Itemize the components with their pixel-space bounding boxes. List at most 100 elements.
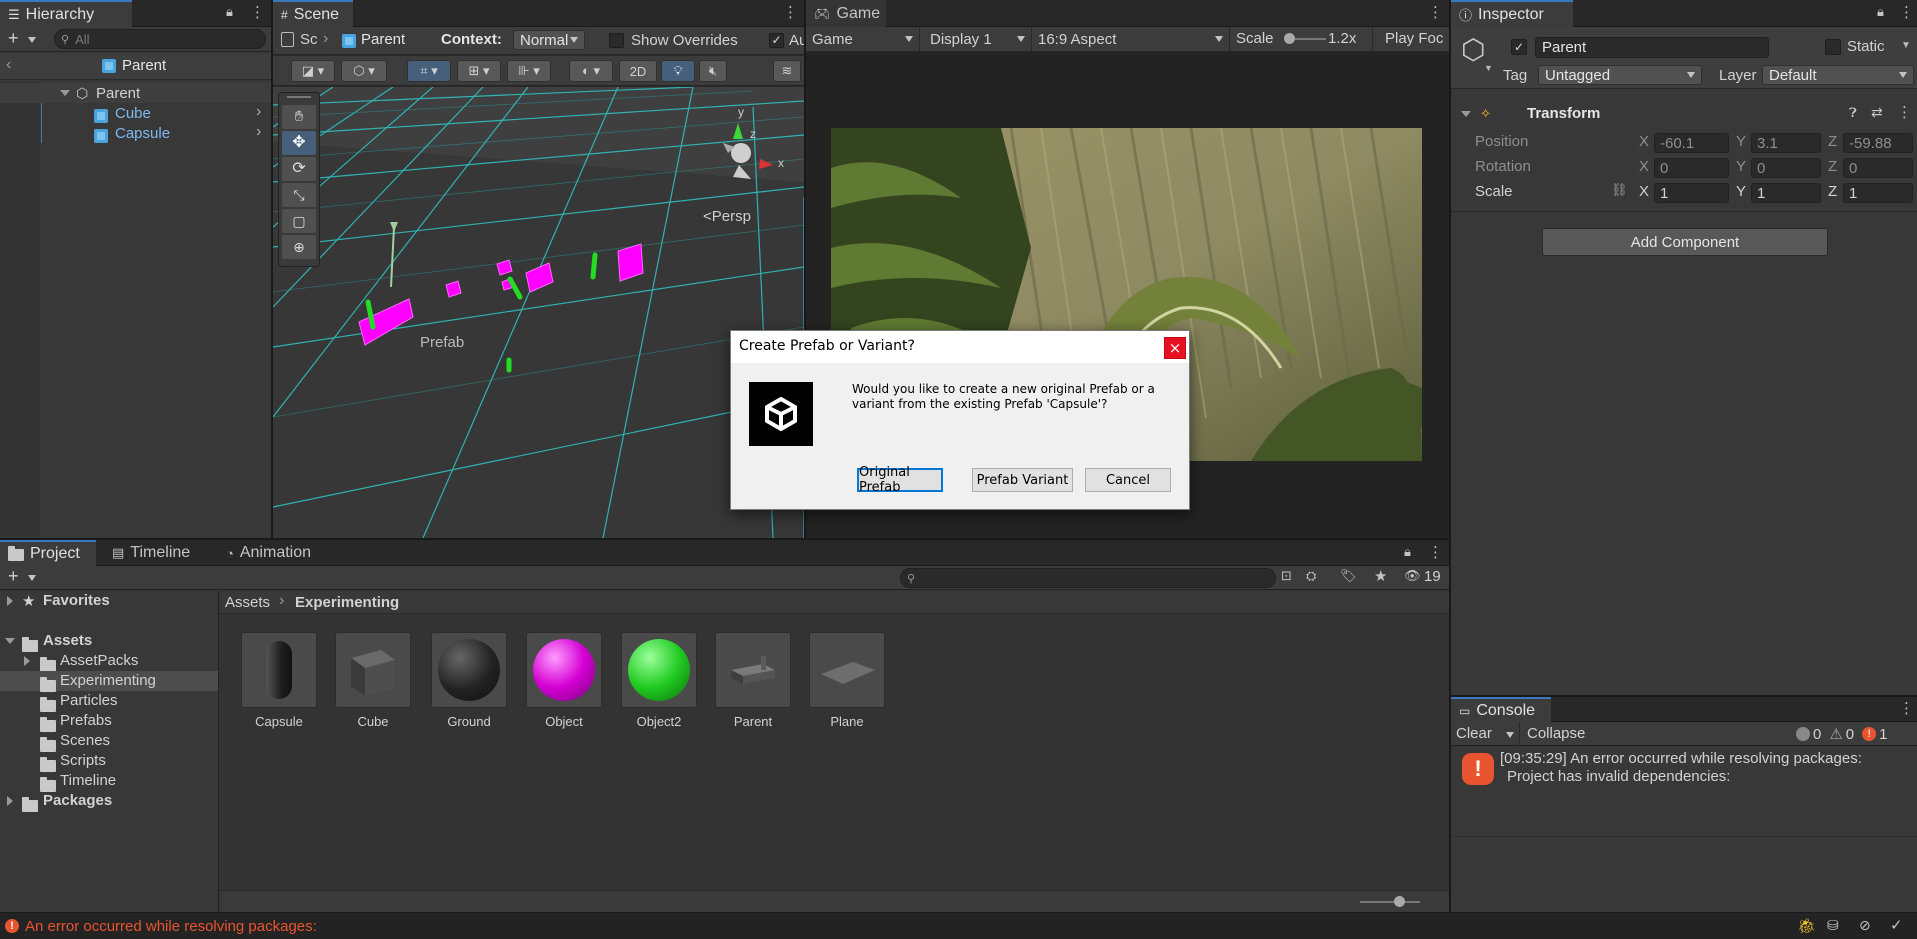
clear-options-icon[interactable] [1506,732,1514,738]
grid-toggle-button[interactable]: ⌗ ▾ [407,60,451,82]
asset-zoom-slider[interactable] [1360,896,1420,907]
lock-icon[interactable]: 🔒︎ [1877,4,1884,20]
network-icon[interactable]: ⊘ [1859,917,1871,934]
perspective-label[interactable]: <Persp [703,208,751,225]
chevron-right-icon[interactable]: › [256,103,261,121]
tab-animation[interactable]: ◔ Animation [218,540,330,566]
chevron-right-icon[interactable]: › [256,123,261,141]
prefab-variant-button[interactable]: Prefab Variant [972,468,1073,492]
move-tool-button[interactable]: ✥ [282,131,316,155]
status-message[interactable]: An error occurred while resolving packag… [25,918,317,935]
scale-slider[interactable] [1284,33,1326,44]
more-menu-icon[interactable]: ⋮ [1428,3,1443,21]
global-local-button[interactable]: ◐ ▾ [569,60,613,82]
lock-icon[interactable]: 🔒︎ [1404,544,1411,560]
component-menu-icon[interactable]: ⋮ [1897,103,1912,121]
add-component-button[interactable]: Add Component [1542,228,1828,256]
toggle-2d-button[interactable]: 2D [619,60,657,82]
active-checkbox[interactable]: ✓ [1511,39,1527,55]
tree-folder-scripts[interactable]: Scripts [0,751,218,772]
breadcrumb-scene[interactable]: Sc [300,31,318,48]
rotation-y-field[interactable]: 0 [1751,158,1821,178]
tree-folder-prefabs[interactable]: Prefabs [0,711,218,732]
filter-by-label-icon[interactable]: ⛭ [1306,568,1316,584]
scale-x-field[interactable]: 1 [1654,183,1729,203]
warning-filter-button[interactable]: ⚠ 0 [1829,724,1854,744]
rotate-tool-button[interactable]: ⟳ [282,157,316,181]
breadcrumb-assets[interactable]: Assets [225,594,270,611]
project-search-input[interactable]: ⚲ [900,568,1276,588]
tab-project[interactable]: Project [0,540,96,566]
tree-folder-particles[interactable]: Particles [0,691,218,712]
console-clear-button[interactable]: Clear [1456,725,1492,742]
more-menu-icon[interactable]: ⋮ [250,3,265,21]
tree-assets[interactable]: Assets [0,631,218,652]
error-filter-button[interactable]: ! 1 [1862,724,1887,744]
tab-timeline[interactable]: ▤ Timeline [104,540,208,566]
cache-server-icon[interactable]: ⛁ [1827,917,1839,934]
palette-handle[interactable] [287,96,311,98]
breadcrumb-object[interactable]: Parent [361,31,405,48]
context-dropdown[interactable]: Normal [513,30,585,50]
console-log-entry[interactable]: ! [09:35:29] An error occurred while res… [1451,747,1917,837]
position-y-field[interactable]: 3.1 [1751,133,1821,153]
lighting-button[interactable]: 💡︎ [661,60,695,82]
increment-snap-button[interactable]: ⊪ ▾ [507,60,551,82]
scale-y-field[interactable]: 1 [1751,183,1821,203]
tree-packages[interactable]: Packages [0,791,218,812]
tab-inspector[interactable]: ⓘ Inspector [1451,0,1573,27]
play-focused-dropdown[interactable]: Play Foc [1385,30,1443,47]
favorites-star-icon[interactable]: ★ [1374,567,1387,585]
help-icon[interactable]: ❓︎ [1849,105,1857,121]
tab-hierarchy[interactable]: ☰ Hierarchy [0,0,132,27]
rotation-z-field[interactable]: 0 [1843,158,1913,178]
object-name-field[interactable]: Parent [1535,37,1769,58]
asset-parent[interactable]: Parent [714,632,792,729]
presets-icon[interactable]: ⇄ [1871,104,1883,121]
search-by-type-icon[interactable]: ⊡ [1281,568,1292,584]
hand-tool-button[interactable]: ✋︎ [282,105,316,129]
tree-folder-timeline[interactable]: Timeline [0,771,218,792]
expand-icon[interactable] [7,796,13,806]
layer-dropdown[interactable]: Default [1762,65,1914,85]
more-menu-icon[interactable]: ⋮ [783,3,798,21]
add-dropdown-icon[interactable] [28,37,36,43]
asset-plane[interactable]: Plane [808,632,886,729]
show-overrides-checkbox[interactable] [609,33,624,48]
more-menu-icon[interactable]: ⋮ [1428,543,1443,561]
static-checkbox[interactable] [1825,39,1841,55]
expand-icon[interactable] [60,90,70,96]
shading-button[interactable]: ⬡ ▾ [341,60,387,82]
component-expand-icon[interactable] [1461,111,1471,117]
asset-zoom-thumb[interactable] [1394,896,1405,907]
create-icon[interactable]: + [8,566,19,587]
draw-mode-button[interactable]: ◪ ▾ [291,60,335,82]
tab-scene[interactable]: # Scene [273,0,353,27]
tab-game[interactable]: 🎮︎ Game [806,0,886,27]
hidden-packages-icon[interactable]: 👁︎ [1404,568,1421,584]
original-prefab-button[interactable]: Original Prefab [857,465,943,495]
position-z-field[interactable]: -59.88 [1843,133,1913,153]
dialog-close-button[interactable]: × [1164,337,1186,359]
tab-console[interactable]: ▭ Console [1451,697,1551,722]
game-mode-dropdown[interactable]: Game [806,27,920,51]
expand-icon[interactable] [7,596,13,606]
breadcrumb-experimenting[interactable]: Experimenting [295,594,399,611]
console-collapse-button[interactable]: Collapse [1527,725,1585,742]
tree-folder-experimenting[interactable]: Experimenting [0,671,218,692]
scene-viewport[interactable]: Prefab y z x <Persp ✋︎ ✥ ⟳ ⤡ ▢ ⊕ [273,87,804,538]
check-status-icon[interactable]: ✓ [1890,916,1903,934]
expand-icon[interactable] [5,638,15,644]
asset-capsule[interactable]: Capsule [240,632,318,729]
asset-object2[interactable]: Object2 [620,632,698,729]
back-arrow-icon[interactable]: ‹ [6,56,11,74]
static-dropdown-arrow-icon[interactable]: ▼ [1901,40,1911,51]
tree-folder-scenes[interactable]: Scenes [0,731,218,752]
tag-dropdown[interactable]: Untagged [1538,65,1702,85]
more-menu-icon[interactable]: ⋮ [1899,699,1914,717]
scale-slider-thumb[interactable] [1284,33,1295,44]
hierarchy-search-input[interactable]: ⚲ All [54,29,266,49]
asset-ground[interactable]: Ground [430,632,508,729]
tree-item-capsule[interactable]: Capsule › [0,123,271,143]
position-x-field[interactable]: -60.1 [1654,133,1729,153]
